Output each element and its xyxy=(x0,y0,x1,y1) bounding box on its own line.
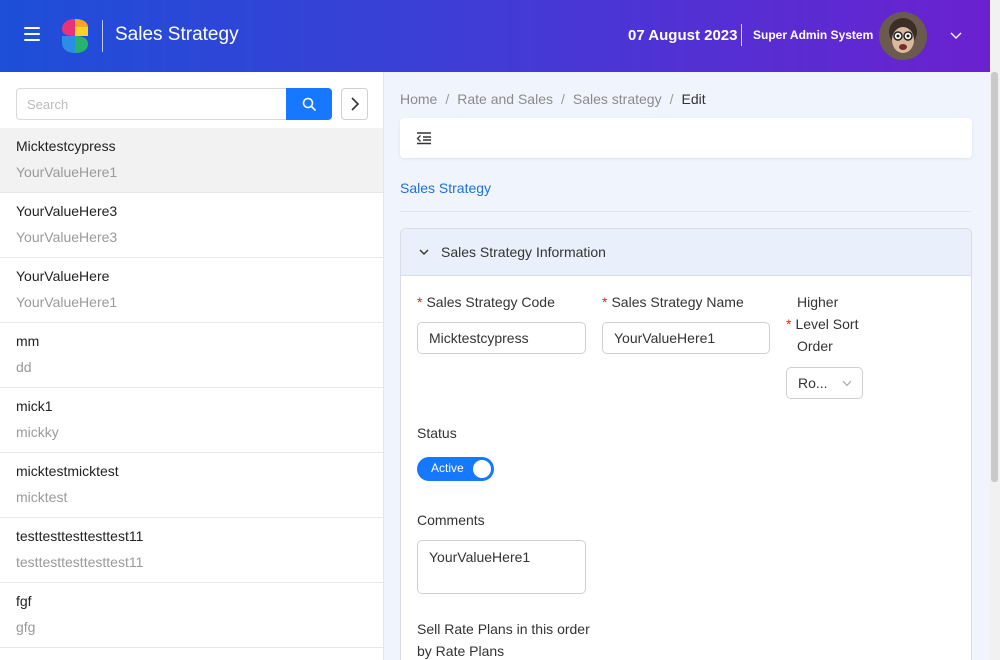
list-item[interactable]: Micktestcypress YourValueHere1 xyxy=(0,128,383,193)
search-button[interactable] xyxy=(286,88,332,120)
list-item-subtitle: YourValueHere3 xyxy=(16,229,118,245)
list-item[interactable]: testtesttesttesttest11 testtesttesttestt… xyxy=(0,518,383,583)
name-input[interactable] xyxy=(602,322,770,354)
menu-icon[interactable] xyxy=(24,27,40,41)
toggle-knob xyxy=(473,460,491,478)
required-marker: * xyxy=(786,316,792,332)
breadcrumb-sales-strategy[interactable]: Sales strategy xyxy=(573,91,662,107)
section-link-sales-strategy[interactable]: Sales Strategy xyxy=(400,180,491,196)
list-item-title: YourValueHere xyxy=(16,268,110,284)
code-label-wrap: * Sales Strategy Code xyxy=(417,291,555,313)
list-item-title: micktestmicktest xyxy=(16,463,119,479)
top-header: Sales Strategy 07 August 2023 Super Admi… xyxy=(0,0,990,72)
list-item[interactable]: YourValueHere YourValueHere1 xyxy=(0,258,383,323)
list-item-title: fgf xyxy=(16,593,32,609)
sell-label-line1: Sell Rate Plans in this order xyxy=(417,621,590,637)
list-item[interactable]: mm dd xyxy=(0,323,383,388)
chevron-down-icon xyxy=(419,249,429,255)
info-panel: Sales Strategy Information * Sales Strate… xyxy=(400,228,972,660)
logo-divider xyxy=(102,20,103,52)
search-input[interactable] xyxy=(16,88,288,120)
list-item-subtitle: dd xyxy=(16,359,32,375)
name-label-wrap: * Sales Strategy Name xyxy=(602,291,744,313)
required-marker: * xyxy=(417,294,423,310)
user-name[interactable]: Super Admin System xyxy=(753,28,873,42)
name-label: Sales Strategy Name xyxy=(611,294,744,310)
list-item[interactable]: fgf gfg xyxy=(0,583,383,648)
list-item[interactable]: mick1 mickky xyxy=(0,388,383,453)
toolbar xyxy=(400,118,972,158)
app-logo xyxy=(62,19,88,53)
chevron-down-icon xyxy=(842,380,852,387)
current-date: 07 August 2023 xyxy=(628,27,738,44)
list-item-subtitle: testtesttesttesttest11 xyxy=(16,554,144,570)
list-item[interactable]: micktestmicktest micktest xyxy=(0,453,383,518)
expand-sidebar-button[interactable] xyxy=(341,88,368,120)
strategy-list: Micktestcypress YourValueHere1 YourValue… xyxy=(0,128,383,648)
list-item-title: mm xyxy=(16,333,40,349)
code-input[interactable] xyxy=(417,322,586,354)
chevron-down-icon[interactable] xyxy=(950,30,962,40)
breadcrumb-rate-and-sales[interactable]: Rate and Sales xyxy=(457,91,553,107)
list-item-subtitle: micktest xyxy=(16,489,68,505)
breadcrumb-home[interactable]: Home xyxy=(400,91,437,107)
list-item-subtitle: YourValueHere1 xyxy=(16,164,118,180)
scrollbar-thumb[interactable] xyxy=(991,72,998,482)
sort-order-value: Ro... xyxy=(798,375,828,391)
sort-label-line2-wrap: * Level Sort xyxy=(786,313,859,335)
divider xyxy=(400,211,972,212)
avatar[interactable] xyxy=(879,12,927,60)
sort-order-select[interactable]: Ro... xyxy=(786,367,863,399)
chevron-right-icon xyxy=(350,97,359,111)
comments-label: Comments xyxy=(417,512,485,528)
search-bar xyxy=(16,88,332,120)
list-item-subtitle: YourValueHere1 xyxy=(16,294,118,310)
main-content: Home / Rate and Sales / Sales strategy / Edit … xyxy=(384,72,990,660)
collapse-menu-icon[interactable] xyxy=(416,131,432,145)
panel-header[interactable]: Sales Strategy Information xyxy=(401,229,971,276)
panel-title: Sales Strategy Information xyxy=(441,244,606,260)
breadcrumb-current: Edit xyxy=(681,91,706,107)
sort-label-line2: Level Sort xyxy=(795,316,859,332)
status-label: Status xyxy=(417,425,457,441)
list-item-title: Micktestcypress xyxy=(16,138,116,154)
sort-label-line1: Higher xyxy=(797,294,839,310)
comments-textarea[interactable]: YourValueHere1 xyxy=(417,540,586,594)
search-icon xyxy=(302,97,316,111)
list-item-subtitle: mickky xyxy=(16,424,59,440)
sort-label-line3: Order xyxy=(797,338,833,354)
status-toggle-label: Active xyxy=(431,461,464,475)
breadcrumb: Home / Rate and Sales / Sales strategy / Edit xyxy=(400,91,706,107)
app-title: Sales Strategy xyxy=(115,24,239,45)
header-divider xyxy=(741,24,742,46)
required-marker: * xyxy=(602,294,608,310)
list-item-title: mick1 xyxy=(16,398,53,414)
list-item-subtitle: gfg xyxy=(16,619,36,635)
status-toggle[interactable]: Active xyxy=(417,457,494,481)
sell-label-line2: by Rate Plans xyxy=(417,643,505,659)
list-item-title: testtesttesttesttest11 xyxy=(16,528,144,544)
list-item-title: YourValueHere3 xyxy=(16,203,118,219)
list-item[interactable]: YourValueHere3 YourValueHere3 xyxy=(0,193,383,258)
code-label: Sales Strategy Code xyxy=(426,294,555,310)
sidebar: Micktestcypress YourValueHere1 YourValue… xyxy=(0,72,384,660)
